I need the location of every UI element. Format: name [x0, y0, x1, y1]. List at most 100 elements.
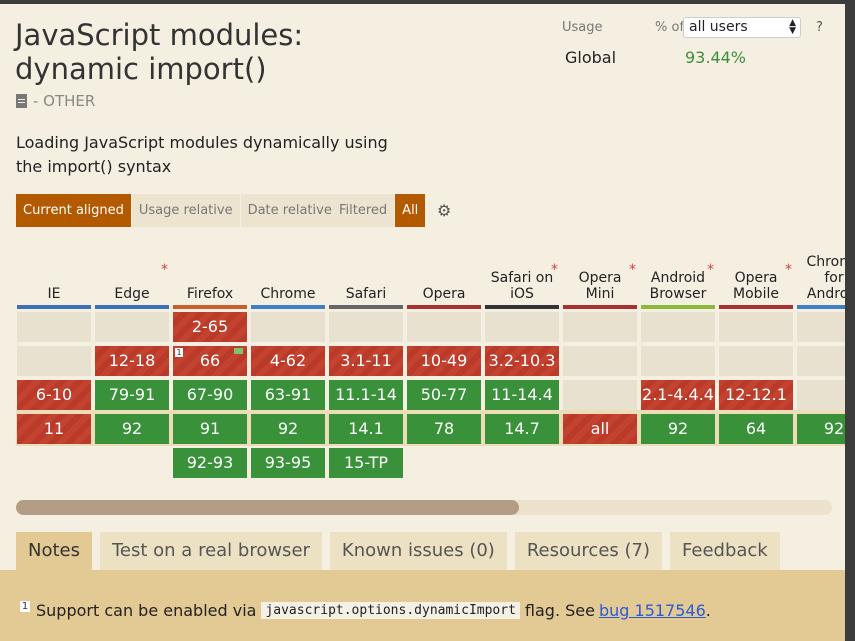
usage-label: Usage	[562, 20, 603, 35]
tab-test-on-real-browser[interactable]: Test on a real browser	[100, 532, 322, 570]
version-range: 6-10	[35, 385, 73, 404]
version-range: 2.1-4.4.4	[642, 385, 714, 404]
browser-color-bar	[173, 305, 247, 309]
empty-cell	[563, 346, 637, 376]
browser-color-bar	[329, 305, 403, 309]
browser-name: Safari on iOS	[490, 270, 554, 302]
unsupported-cell[interactable]: 6-10	[17, 380, 91, 410]
supported-cell[interactable]: 50-77	[407, 380, 481, 410]
browser-name: Chrome for Android	[806, 254, 845, 302]
gear-icon[interactable]: ⚙	[437, 203, 453, 219]
version-range: 64	[745, 419, 767, 438]
supported-cell[interactable]: 11.1-14	[329, 380, 403, 410]
version-range: all	[590, 419, 610, 438]
supported-cell[interactable]: 93-95	[251, 448, 325, 478]
empty-cell	[95, 312, 169, 342]
supported-cell[interactable]: 64	[719, 414, 793, 444]
version-range: 14.1	[348, 419, 384, 438]
browser-color-bar	[641, 305, 715, 309]
unsupported-cell[interactable]: 2-65	[173, 312, 247, 342]
empty-cell	[719, 346, 793, 376]
empty-cell	[329, 312, 403, 342]
version-range: 92	[823, 419, 845, 438]
unsupported-cell[interactable]: 4-62	[251, 346, 325, 376]
empty-cell	[797, 380, 845, 410]
browser-color-bar	[17, 305, 91, 309]
version-range: 63-91	[264, 385, 312, 404]
supported-cell[interactable]: 67-90	[173, 380, 247, 410]
supported-cell[interactable]: 92-93	[173, 448, 247, 478]
users-select[interactable]: all users ▲ ▼	[683, 17, 801, 38]
version-range: 10-49	[420, 351, 468, 370]
supported-cell[interactable]: 91	[173, 414, 247, 444]
unsupported-cell[interactable]: 3.2-10.3	[485, 346, 559, 376]
supported-cell[interactable]: 14.1	[329, 414, 403, 444]
tab-known-issues[interactable]: Known issues (0)	[329, 532, 507, 570]
version-range: 15-TP	[343, 453, 389, 472]
empty-cell	[797, 312, 845, 342]
global-usage-value: 93.44%	[685, 48, 747, 67]
browser-color-bar	[407, 305, 481, 309]
browser-name: Opera	[422, 286, 466, 302]
browser-color-bar	[719, 305, 793, 309]
supported-cell[interactable]: 63-91	[251, 380, 325, 410]
window-edge	[845, 0, 855, 641]
unsupported-cell[interactable]: 3.1-11	[329, 346, 403, 376]
supported-cell[interactable]: 92	[797, 414, 845, 444]
tab-date-relative[interactable]: Date relative	[240, 194, 339, 227]
tab-feedback[interactable]: Feedback	[670, 532, 780, 570]
global-label: Global	[565, 48, 617, 67]
version-range: 92	[121, 419, 143, 438]
empty-cell	[17, 346, 91, 376]
empty-cell	[407, 312, 481, 342]
unsupported-cell[interactable]: all	[563, 414, 637, 444]
supported-cell[interactable]: 78	[407, 414, 481, 444]
view-tabs: Current aligned Usage relative Date rela…	[16, 194, 340, 227]
version-range: 14.7	[504, 419, 540, 438]
browser-name: Firefox	[186, 286, 234, 302]
browser-name: Opera Mobile	[733, 270, 779, 302]
tab-usage-relative[interactable]: Usage relative	[131, 194, 240, 227]
feature-description: Loading JavaScript modules dynamically u…	[16, 133, 388, 176]
version-range: 2-65	[191, 317, 229, 336]
version-range: 11.1-14	[335, 385, 397, 404]
supported-cell[interactable]: 11-14.4	[485, 380, 559, 410]
tab-resources[interactable]: Resources (7)	[514, 532, 662, 570]
empty-cell	[485, 312, 559, 342]
supported-cell[interactable]: 79-91	[95, 380, 169, 410]
version-range: 92-93	[186, 453, 234, 472]
unsupported-cell[interactable]: 11	[17, 414, 91, 444]
version-range: 91	[199, 419, 221, 438]
version-range: 11-14.4	[491, 385, 553, 404]
version-range: 12-18	[108, 351, 156, 370]
unsupported-cell[interactable]: 2.1-4.4.4	[641, 380, 715, 410]
browser-name: Chrome	[260, 286, 316, 302]
unsupported-cell[interactable]: 12-12.1	[719, 380, 793, 410]
browser-color-bar	[797, 305, 845, 309]
supported-cell[interactable]: 92	[95, 414, 169, 444]
empty-cell	[641, 312, 715, 342]
supported-cell[interactable]: 14.7	[485, 414, 559, 444]
unsupported-cell[interactable]: 10-49	[407, 346, 481, 376]
document-icon	[16, 94, 27, 108]
supported-cell[interactable]: 92	[251, 414, 325, 444]
select-arrows-icon: ▲ ▼	[789, 18, 796, 36]
unsupported-cell[interactable]: 66 1	[173, 346, 247, 376]
tab-notes[interactable]: Notes	[16, 532, 92, 570]
tab-current-aligned[interactable]: Current aligned	[16, 194, 131, 227]
supported-cell[interactable]: 15-TP	[329, 448, 403, 478]
browser-name: Safari	[345, 286, 387, 302]
flag-icon	[234, 348, 243, 354]
help-link[interactable]: ?	[816, 20, 823, 35]
browser-name: Opera Mini	[578, 270, 622, 302]
bug-link[interactable]: bug 1517546	[599, 601, 706, 620]
supported-cell[interactable]: 92	[641, 414, 715, 444]
unsupported-cell[interactable]: 12-18	[95, 346, 169, 376]
tab-all[interactable]: All	[395, 194, 426, 227]
browser-name: Edge	[114, 286, 150, 302]
empty-cell	[563, 380, 637, 410]
version-range: 3.2-10.3	[488, 351, 556, 370]
version-range: 92	[667, 419, 689, 438]
scrollbar-thumb[interactable]	[16, 500, 519, 515]
tab-filtered[interactable]: Filtered	[332, 194, 395, 227]
